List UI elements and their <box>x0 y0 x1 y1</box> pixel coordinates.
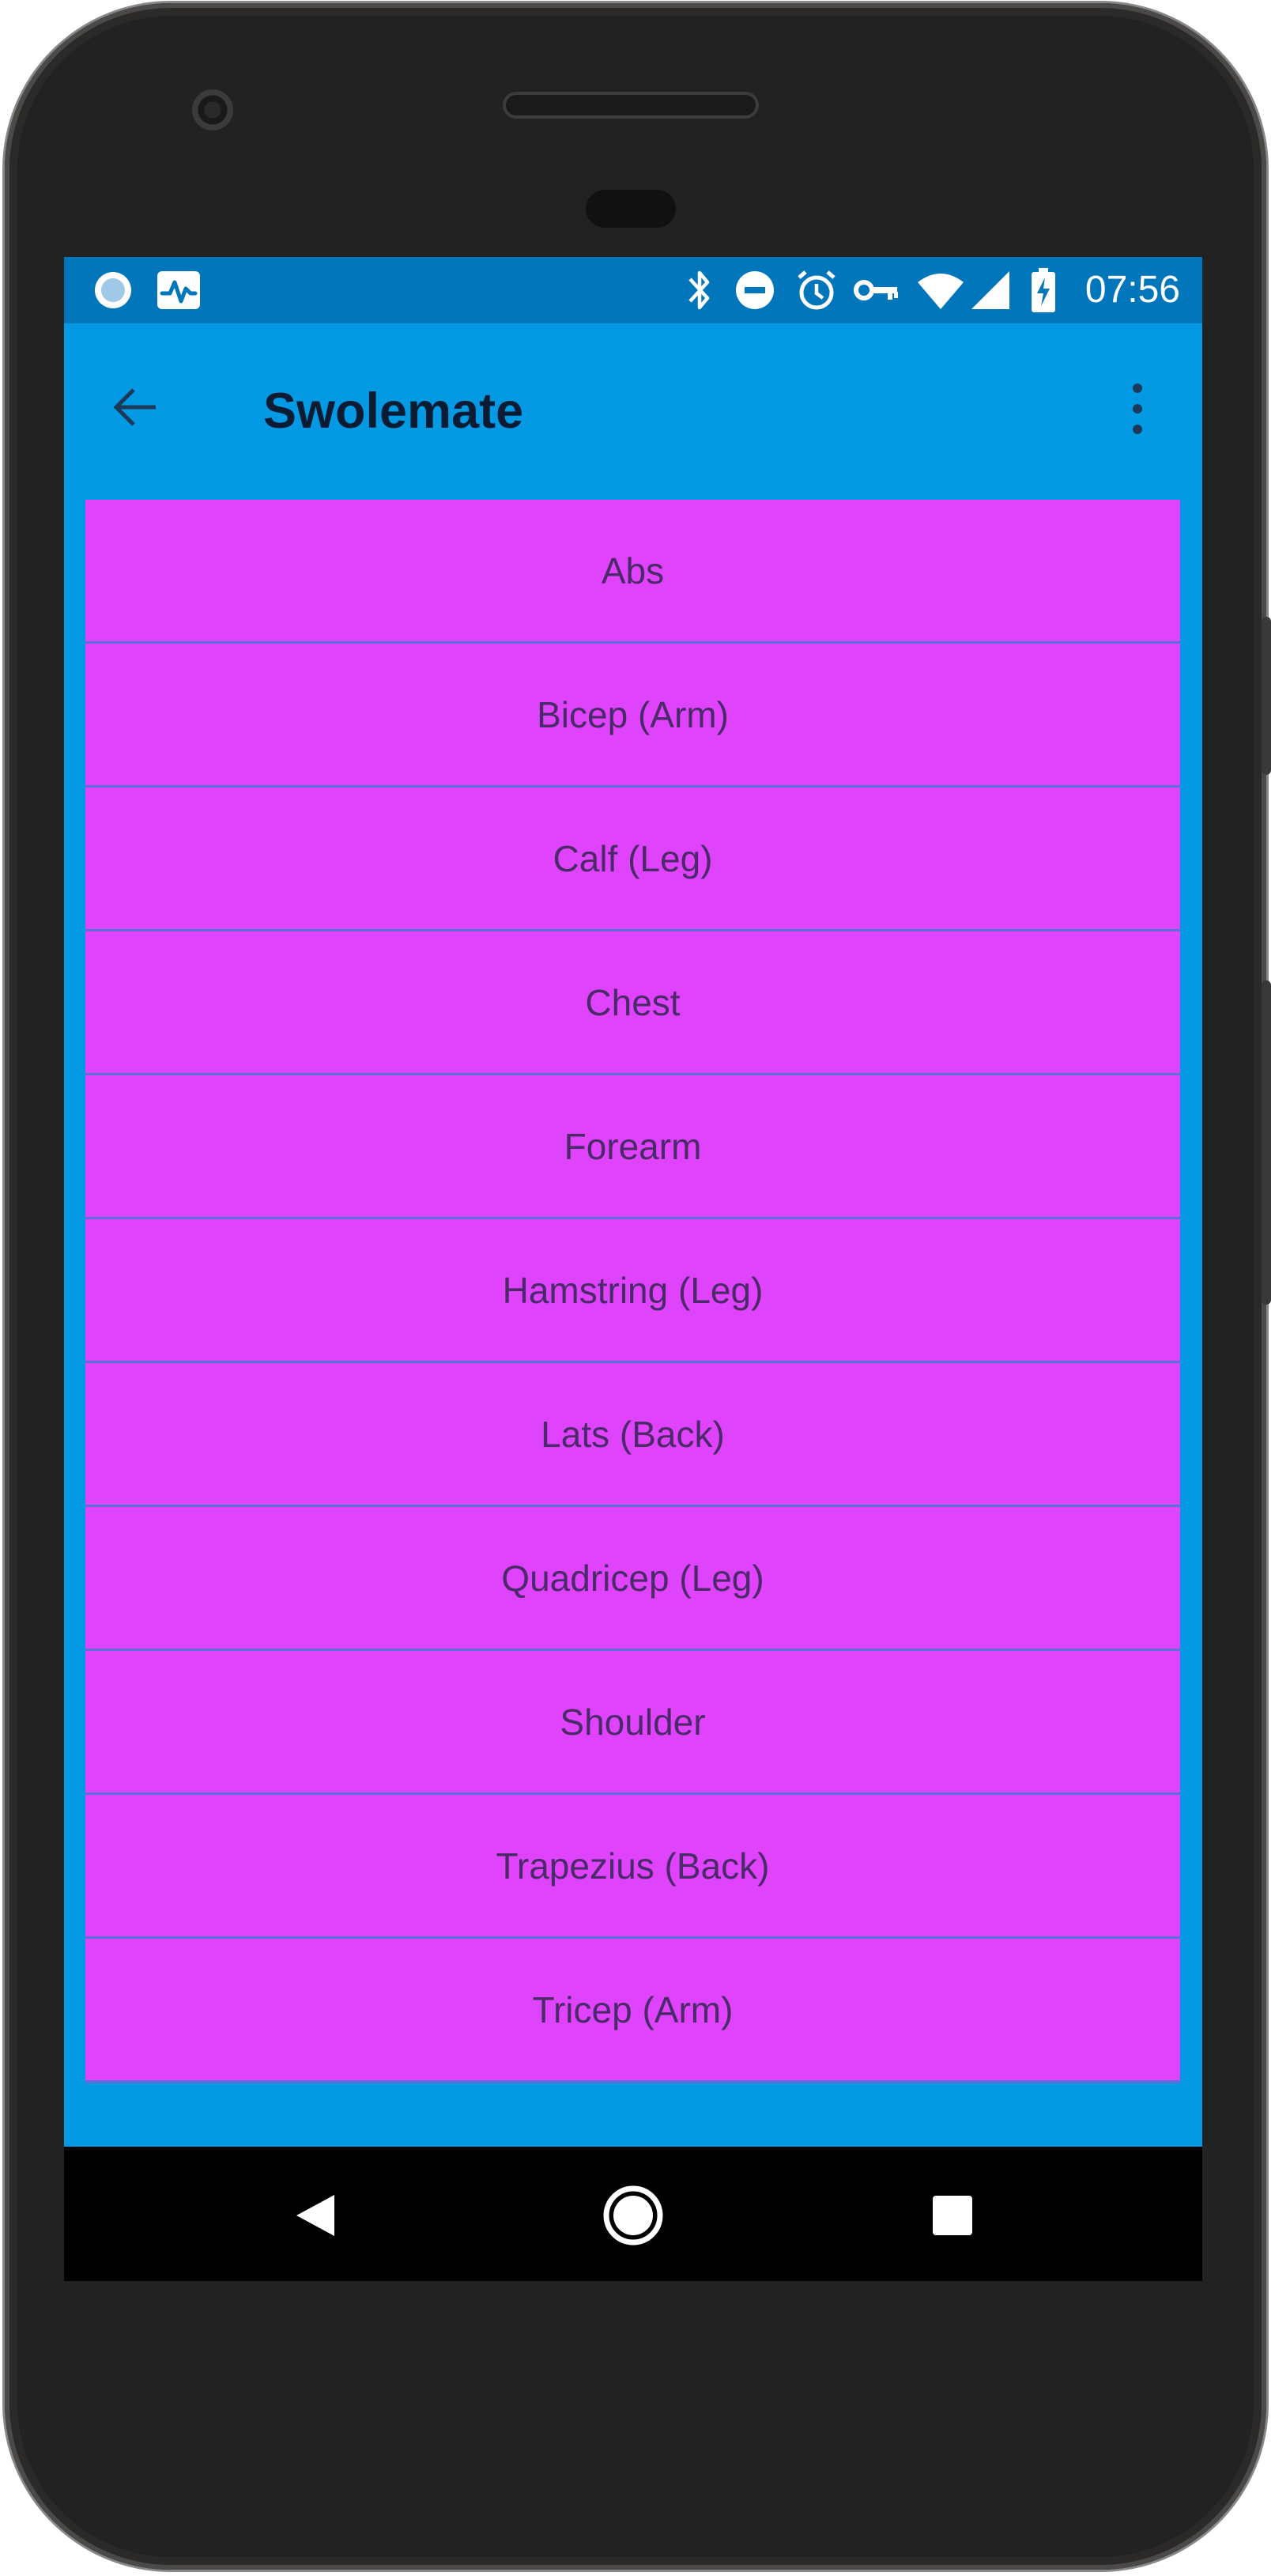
power-button <box>1262 617 1271 775</box>
muscle-group-label: Shoulder <box>560 1701 706 1743</box>
vpn-key-icon <box>854 280 898 300</box>
muscle-group-label: Quadricep (Leg) <box>501 1557 764 1599</box>
app-bar: Swolemate <box>64 323 1202 500</box>
muscle-group-item[interactable]: Trapezius (Back) <box>85 1795 1180 1936</box>
nav-recents-icon[interactable] <box>931 2194 974 2237</box>
do-not-disturb-icon <box>736 271 774 309</box>
muscle-group-item[interactable]: Quadricep (Leg) <box>85 1507 1180 1649</box>
volume-button <box>1262 980 1271 1305</box>
front-camera <box>192 89 233 130</box>
muscle-group-item[interactable]: Hamstring (Leg) <box>85 1219 1180 1361</box>
nav-home-icon[interactable] <box>602 2184 665 2247</box>
muscle-group-label: Calf (Leg) <box>553 837 713 879</box>
navigation-bar <box>64 2147 1202 2281</box>
muscle-group-list: Abs Bicep (Arm) Calf (Leg) Chest Forearm Hams… <box>85 500 1180 2083</box>
alarm-icon <box>798 270 836 310</box>
muscle-group-label: Bicep (Arm) <box>537 693 729 735</box>
nav-back-icon[interactable] <box>293 2192 338 2239</box>
battery-charging-icon <box>1032 268 1055 312</box>
signal-icon <box>971 271 1009 309</box>
muscle-group-label: Trapezius (Back) <box>496 1845 770 1887</box>
muscle-group-label: Hamstring (Leg) <box>502 1269 764 1311</box>
muscle-group-item[interactable]: Lats (Back) <box>85 1363 1180 1505</box>
muscle-group-item[interactable]: Tricep (Arm) <box>85 1939 1180 2080</box>
muscle-group-item[interactable]: Bicep (Arm) <box>85 644 1180 785</box>
status-bar: 07:56 <box>64 257 1202 323</box>
muscle-group-label: Lats (Back) <box>541 1413 725 1455</box>
muscle-group-item[interactable]: Abs <box>85 500 1180 641</box>
muscle-group-item[interactable]: Forearm <box>85 1075 1180 1217</box>
muscle-group-label: Chest <box>585 981 681 1023</box>
circle-notification-icon <box>95 272 131 308</box>
muscle-group-label: Tricep (Arm) <box>532 1989 734 2030</box>
muscle-group-label: Abs <box>601 550 665 591</box>
muscle-group-item[interactable]: Calf (Leg) <box>85 788 1180 929</box>
earpiece-speaker <box>503 92 759 119</box>
proximity-sensor <box>586 190 676 228</box>
screen: 07:56 Swolemate Abs Bicep (Arm) Calf (Leg)… <box>64 257 1202 2281</box>
bluetooth-icon <box>688 270 710 310</box>
activity-monitor-icon <box>157 271 200 309</box>
arrow-back-icon[interactable] <box>110 382 160 432</box>
muscle-group-item[interactable]: Shoulder <box>85 1651 1180 1792</box>
wifi-icon <box>918 274 964 309</box>
status-clock: 07:56 <box>1085 269 1180 311</box>
muscle-group-item[interactable]: Chest <box>85 931 1180 1073</box>
page-title: Swolemate <box>263 383 524 439</box>
more-vert-icon[interactable] <box>1128 377 1147 440</box>
muscle-group-label: Forearm <box>564 1125 702 1167</box>
